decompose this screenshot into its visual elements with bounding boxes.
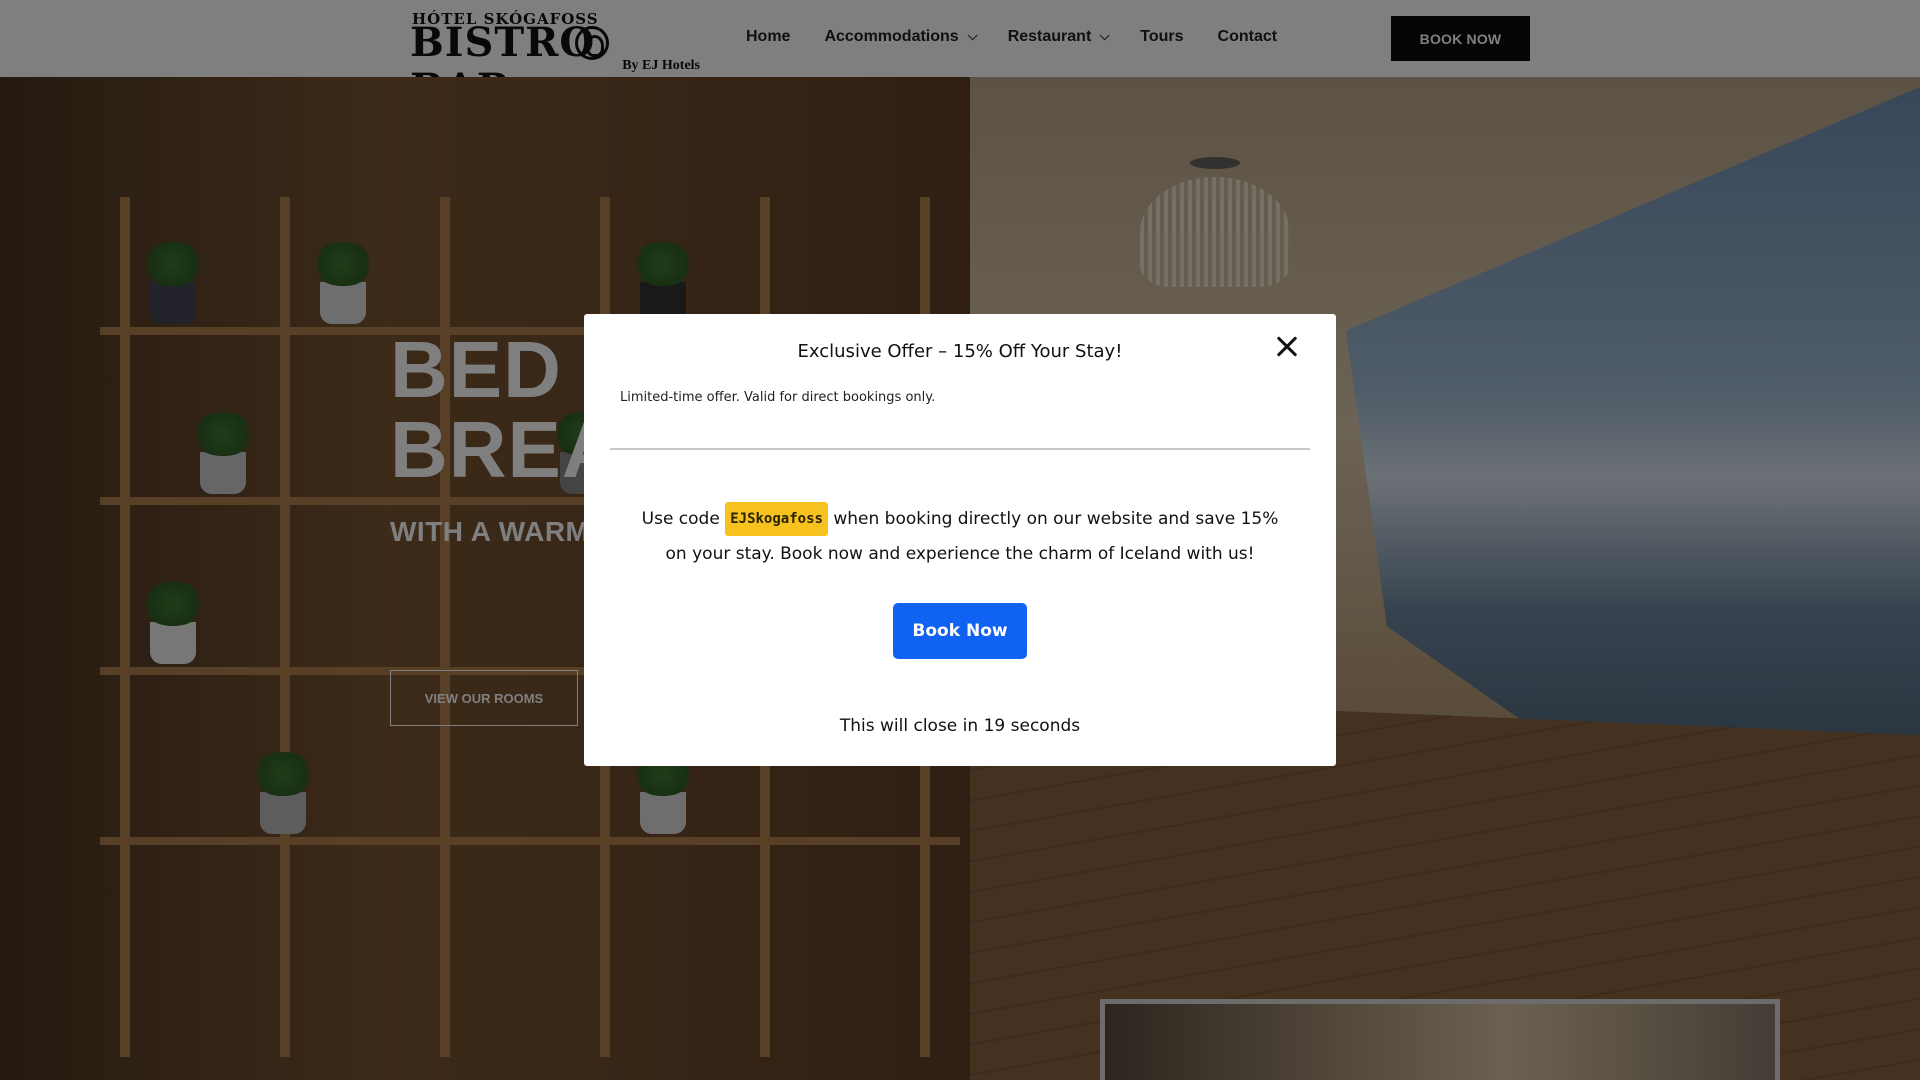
countdown-seconds: 19 — [983, 716, 1006, 736]
promo-prefix: Use code — [641, 509, 720, 529]
countdown-text: This will close in 19 seconds — [584, 716, 1336, 736]
promo-text: Use code EJSkogafoss when booking direct… — [634, 502, 1286, 572]
offer-popup: Exclusive Offer – 15% Off Your Stay! Lim… — [584, 314, 1336, 766]
close-icon[interactable] — [1272, 332, 1302, 362]
promo-code-badge: EJSkogafoss — [725, 502, 828, 536]
countdown-suffix: seconds — [1010, 716, 1081, 736]
countdown-prefix: This will close in — [839, 716, 979, 736]
popup-divider — [610, 448, 1310, 450]
popup-book-now-button[interactable]: Book Now — [893, 603, 1027, 659]
popup-title: Exclusive Offer – 15% Off Your Stay! — [797, 341, 1123, 362]
popup-note: Limited-time offer. Valid for direct boo… — [620, 390, 936, 405]
